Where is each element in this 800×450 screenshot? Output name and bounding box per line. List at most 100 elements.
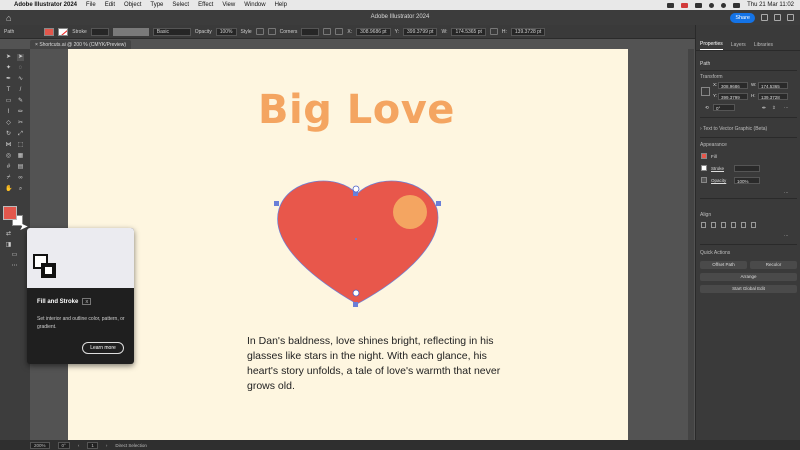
- menubar-clock[interactable]: Thu 21 Mar 11:02: [747, 2, 794, 8]
- menu-object[interactable]: Object: [124, 2, 141, 8]
- direct-selection-tool-icon[interactable]: ➤: [17, 54, 24, 61]
- fill-color-icon[interactable]: [3, 206, 17, 220]
- artboard-prev-icon[interactable]: ‹: [78, 443, 80, 448]
- control-center-icon[interactable]: [733, 2, 741, 8]
- start-global-edit-button[interactable]: Start Global Edit: [700, 285, 797, 293]
- variable-width-profile[interactable]: [112, 27, 149, 36]
- flip-vertical-icon[interactable]: ⇳: [772, 105, 776, 111]
- width-tool-icon[interactable]: ⋈: [5, 142, 12, 149]
- align-bottom-icon[interactable]: [751, 222, 756, 228]
- stroke-label[interactable]: Stroke: [72, 29, 86, 35]
- draw-mode-icon[interactable]: ◨: [5, 242, 12, 249]
- x-field[interactable]: 308.9686 pt: [356, 27, 391, 36]
- menu-view[interactable]: View: [222, 2, 235, 8]
- offset-path-button[interactable]: Offset Path: [700, 261, 747, 269]
- perspective-grid-icon[interactable]: ▦: [17, 153, 24, 160]
- menu-app[interactable]: Adobe Illustrator 2024: [14, 2, 77, 8]
- selection-tool-icon[interactable]: ➤: [5, 54, 12, 61]
- menu-help[interactable]: Help: [275, 2, 287, 8]
- menu-file[interactable]: File: [86, 2, 96, 8]
- search-icon[interactable]: [721, 2, 727, 8]
- orange-circle[interactable]: [393, 195, 427, 229]
- opacity-field[interactable]: 100%: [215, 27, 237, 36]
- h-field[interactable]: 139.3728 pt: [510, 27, 546, 36]
- search-help-icon[interactable]: [787, 14, 794, 21]
- opacity-label[interactable]: Opacity: [195, 29, 212, 35]
- flip-horizontal-icon[interactable]: ⇹: [762, 105, 766, 111]
- tab-properties[interactable]: Properties: [700, 41, 723, 50]
- gradient-tool-icon[interactable]: ▤: [17, 164, 24, 171]
- align-vcenter-icon[interactable]: [741, 222, 746, 228]
- home-icon[interactable]: ⌂: [6, 13, 11, 23]
- zoom-tool-icon[interactable]: ⌕: [17, 186, 24, 193]
- stroke-weight-field[interactable]: [90, 27, 109, 36]
- panel-h-field[interactable]: 139.3728: [758, 93, 788, 100]
- workspace-icon[interactable]: [761, 14, 768, 21]
- document-tab[interactable]: × Shortcuts.ai @ 200 % (CMYK/Preview): [30, 40, 132, 49]
- w-field[interactable]: 174.5365 pt: [451, 27, 486, 36]
- constrain-proportions-icon[interactable]: [489, 28, 498, 35]
- shape-builder-icon[interactable]: ◎: [5, 153, 12, 160]
- corners-label[interactable]: Corners: [280, 29, 298, 35]
- anchor-point-right[interactable]: [436, 201, 441, 206]
- mesh-tool-icon[interactable]: #: [5, 164, 12, 171]
- rectangle-tool-icon[interactable]: ▭: [5, 98, 12, 105]
- zoom-field[interactable]: 200%: [30, 441, 50, 449]
- panel-w-field[interactable]: 174.5365: [758, 82, 788, 89]
- scale-tool-icon[interactable]: ⤢: [17, 131, 24, 138]
- menu-select[interactable]: Select: [172, 2, 189, 8]
- arrange-button[interactable]: Arrange: [700, 273, 797, 281]
- vertical-scrollbar[interactable]: [688, 49, 694, 440]
- anchor-point-left[interactable]: [274, 201, 279, 206]
- graphic-style-picker[interactable]: [255, 28, 264, 35]
- menu-effect[interactable]: Effect: [198, 2, 213, 8]
- eyedropper-icon[interactable]: ⌿: [5, 175, 12, 182]
- lasso-icon[interactable]: ◌: [17, 65, 24, 72]
- status-menu-icon[interactable]: [667, 2, 675, 8]
- recolor-icon[interactable]: [267, 28, 276, 35]
- panel-x-field[interactable]: 308.9686: [718, 82, 748, 89]
- heart-shape[interactable]: [274, 177, 444, 317]
- fill-swatch[interactable]: [44, 27, 55, 36]
- learn-more-button[interactable]: Learn more: [82, 342, 124, 354]
- hand-tool-icon[interactable]: ✋: [5, 186, 12, 193]
- wifi-icon[interactable]: [709, 2, 715, 8]
- appearance-stroke-label[interactable]: Stroke: [711, 166, 724, 171]
- more-tools-icon[interactable]: ⋯: [11, 263, 18, 270]
- appearance-stroke-swatch[interactable]: [701, 165, 707, 171]
- reference-point-icon[interactable]: [701, 87, 710, 96]
- align-icon[interactable]: [323, 28, 332, 35]
- align-top-icon[interactable]: [731, 222, 736, 228]
- menu-window[interactable]: Window: [244, 2, 265, 8]
- appearance-opacity-label[interactable]: Opacity: [711, 178, 726, 183]
- artboard-body-text[interactable]: In Dan's baldness, love shines bright, r…: [247, 334, 502, 394]
- battery-icon[interactable]: [695, 2, 703, 8]
- menu-edit[interactable]: Edit: [105, 2, 115, 8]
- eraser-tool-icon[interactable]: ◇: [5, 120, 12, 127]
- stroke-swatch[interactable]: [58, 27, 69, 36]
- appearance-fill-label[interactable]: Fill: [711, 154, 717, 159]
- tab-libraries[interactable]: Libraries: [754, 42, 773, 50]
- arrange-documents-icon[interactable]: [774, 14, 781, 21]
- corner-widget-bottom[interactable]: [352, 289, 360, 297]
- shaper-tool-icon[interactable]: ⌇: [5, 109, 12, 116]
- tab-layers[interactable]: Layers: [731, 42, 746, 50]
- artboard[interactable]: Big Love In Dan's baldness, love shines …: [68, 49, 628, 440]
- panel-y-field[interactable]: 399.3799: [718, 93, 748, 100]
- align-left-icon[interactable]: [701, 222, 706, 228]
- align-more-icon[interactable]: ⋯: [784, 233, 789, 239]
- appearance-fill-swatch[interactable]: [701, 153, 707, 159]
- pencil-tool-icon[interactable]: ✏: [17, 109, 24, 116]
- rotate-view-field[interactable]: 0°: [57, 441, 70, 449]
- free-transform-icon[interactable]: ⬚: [17, 142, 24, 149]
- opacity-input[interactable]: 100%: [734, 177, 760, 184]
- type-tool-icon[interactable]: T: [5, 87, 12, 94]
- recording-icon[interactable]: [681, 2, 689, 8]
- screen-mode-icon[interactable]: ▭: [11, 252, 18, 259]
- angle-field[interactable]: 0°: [713, 104, 735, 111]
- corners-field[interactable]: [301, 27, 320, 36]
- align-right-icon[interactable]: [721, 222, 726, 228]
- pen-tool-icon[interactable]: ✒: [5, 76, 12, 83]
- more-options-icon[interactable]: ⋯: [784, 105, 789, 111]
- recolor-button[interactable]: Recolor: [750, 261, 797, 269]
